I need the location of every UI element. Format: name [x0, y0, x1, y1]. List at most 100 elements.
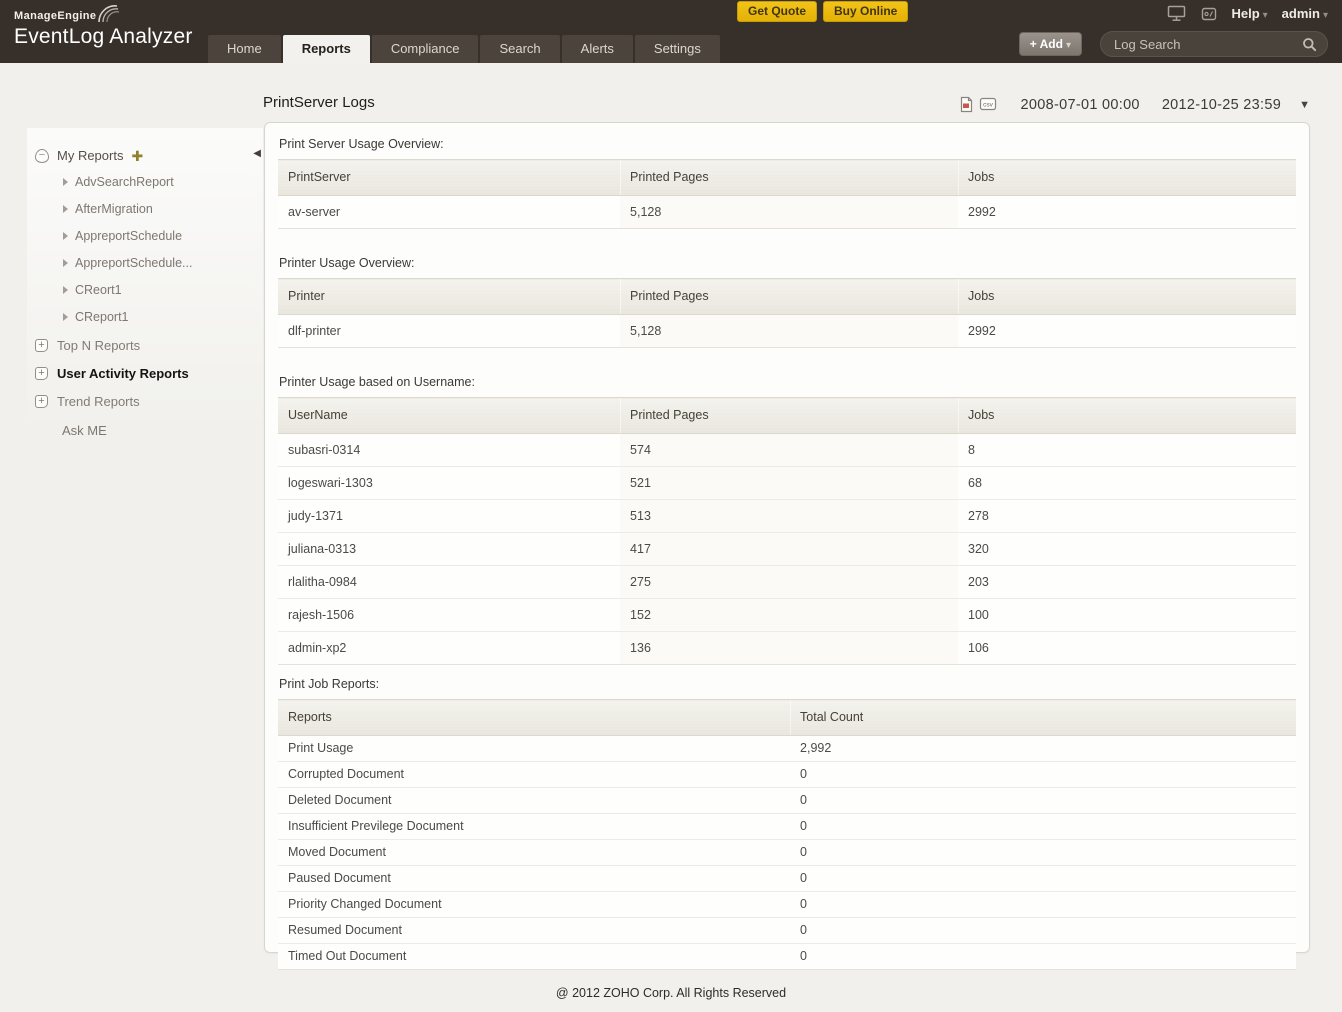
sidebar-item-ask-me[interactable]: Ask ME — [27, 415, 263, 438]
sidebar-report-item[interactable]: CReport1 — [63, 304, 263, 331]
user-menu[interactable]: admin▾ — [1282, 6, 1328, 21]
sidebar-report-item[interactable]: CReort1 — [63, 277, 263, 304]
date-range-chevron-icon[interactable]: ▼ — [1299, 99, 1310, 111]
table-cell: Paused Document — [278, 866, 790, 892]
sidebar-collapse-icon[interactable]: ◀ — [253, 148, 261, 159]
table-cell: Insufficient Previlege Document — [278, 814, 790, 840]
expand-plus-icon[interactable]: + — [35, 367, 48, 380]
table-row: Resumed Document0 — [278, 918, 1296, 944]
column-header: Printed Pages — [620, 279, 958, 315]
add-button[interactable]: + Add▾ — [1019, 32, 1082, 56]
report-section: Printer Usage Overview:PrinterPrinted Pa… — [278, 256, 1296, 348]
column-header: Jobs — [958, 160, 1296, 196]
report-table: UserNamePrinted PagesJobssubasri-0314574… — [278, 397, 1296, 665]
table-row: subasri-03145748 — [278, 434, 1296, 467]
table-row: Deleted Document0 — [278, 788, 1296, 814]
tab-alerts[interactable]: Alerts — [562, 35, 633, 63]
table-cell: Resumed Document — [278, 918, 790, 944]
section-title: Printer Usage based on Username: — [279, 375, 1296, 389]
pdf-export-icon[interactable] — [959, 96, 974, 113]
buy-online-button[interactable]: Buy Online — [823, 1, 908, 22]
table-row: Paused Document0 — [278, 866, 1296, 892]
tab-home[interactable]: Home — [208, 35, 281, 63]
table-row: Priority Changed Document0 — [278, 892, 1296, 918]
table-cell: rajesh-1506 — [278, 599, 620, 632]
report-section: Printer Usage based on Username: UserName… — [278, 375, 1296, 665]
table-cell: 0 — [790, 918, 1296, 944]
column-header: Reports — [278, 700, 790, 736]
column-header: PrintServer — [278, 160, 620, 196]
table-cell: 320 — [958, 533, 1296, 566]
search-input[interactable] — [1114, 37, 1302, 52]
tab-reports[interactable]: Reports — [283, 35, 370, 63]
license-icon[interactable] — [1201, 6, 1217, 22]
table-cell: Priority Changed Document — [278, 892, 790, 918]
table-cell: 275 — [620, 566, 958, 599]
svg-text:csv: csv — [983, 102, 994, 109]
tab-settings[interactable]: Settings — [635, 35, 720, 63]
header-utility-bar: Help▾ admin▾ — [1167, 5, 1328, 22]
column-header: Jobs — [958, 279, 1296, 315]
sidebar-report-item[interactable]: AdvSearchReport — [63, 169, 263, 196]
table-cell: 513 — [620, 500, 958, 533]
monitor-icon[interactable] — [1167, 5, 1187, 22]
chevron-right-icon[interactable] — [63, 178, 68, 186]
chevron-right-icon[interactable] — [63, 259, 68, 267]
tab-compliance[interactable]: Compliance — [372, 35, 479, 63]
sidebar-item-top-n-reports[interactable]: + Top N Reports — [27, 331, 263, 359]
report-item-label: AdvSearchReport — [75, 175, 174, 189]
sidebar-report-item[interactable]: AfterMigration — [63, 196, 263, 223]
report-toolbar: csv 2008-07-01 00:00 2012-10-25 23:59 ▼ — [959, 96, 1310, 113]
date-range-to[interactable]: 2012-10-25 23:59 — [1162, 97, 1281, 113]
sidebar-item-my-reports[interactable]: − My Reports ✚ — [27, 128, 263, 169]
table-cell: Print Usage — [278, 736, 790, 762]
sidebar-item-user-activity-reports[interactable]: +User Activity Reports — [27, 359, 263, 387]
chevron-right-icon[interactable] — [63, 313, 68, 321]
expand-plus-icon[interactable]: + — [35, 339, 48, 352]
expand-plus-icon[interactable]: + — [35, 395, 48, 408]
collapse-minus-icon[interactable]: − — [35, 149, 49, 163]
report-panel: Print Server Usage Overview: PrintServer P… — [264, 122, 1310, 953]
chevron-right-icon[interactable] — [63, 232, 68, 240]
brand-logo: ManageEngine EventLog Analyzer — [14, 6, 193, 49]
table-cell: logeswari-1303 — [278, 467, 620, 500]
table-cell: 0 — [790, 892, 1296, 918]
report-item-label: CReport1 — [75, 310, 129, 324]
add-button-label: + Add — [1030, 37, 1063, 51]
report-section: Print Server Usage Overview:PrintServerP… — [278, 137, 1296, 229]
reports-sidebar: ◀ − My Reports ✚ AdvSearchReport AfterMig… — [27, 128, 263, 438]
column-header: Printer — [278, 279, 620, 315]
tab-search[interactable]: Search — [480, 35, 559, 63]
table-row: Corrupted Document0 — [278, 762, 1296, 788]
table-cell: 2,992 — [790, 736, 1296, 762]
help-label: Help — [1231, 6, 1259, 21]
table-cell: 521 — [620, 467, 958, 500]
table-cell: 100 — [958, 599, 1296, 632]
column-header: Total Count — [790, 700, 1296, 736]
table-cell: judy-1371 — [278, 500, 620, 533]
table-cell: 0 — [790, 762, 1296, 788]
add-report-icon[interactable]: ✚ — [131, 150, 143, 162]
date-range-from[interactable]: 2008-07-01 00:00 — [1021, 97, 1140, 113]
sidebar-item-trend-reports[interactable]: +Trend Reports — [27, 387, 263, 415]
table-cell: Corrupted Document — [278, 762, 790, 788]
table-row: av-server5,1282992 — [278, 196, 1296, 229]
report-item-label: AfterMigration — [75, 202, 153, 216]
sidebar-report-item[interactable]: AppreportSchedule... — [63, 250, 263, 277]
sidebar-report-item[interactable]: AppreportSchedule — [63, 223, 263, 250]
table-cell: 0 — [790, 866, 1296, 892]
column-header: Jobs — [958, 398, 1296, 434]
get-quote-button[interactable]: Get Quote — [737, 1, 817, 22]
chevron-right-icon[interactable] — [63, 286, 68, 294]
section-title: Print Server Usage Overview: — [279, 137, 1296, 151]
report-item-label: CReort1 — [75, 283, 122, 297]
section-title: Print Job Reports: — [279, 677, 1296, 691]
help-menu[interactable]: Help▾ — [1231, 6, 1267, 21]
chevron-right-icon[interactable] — [63, 205, 68, 213]
search-icon[interactable] — [1302, 37, 1317, 52]
csv-export-icon[interactable]: csv — [979, 96, 997, 113]
chevron-down-icon: ▾ — [1323, 10, 1328, 21]
table-cell: 68 — [958, 467, 1296, 500]
sidebar-sections: + Top N Reports +User Activity Reports+Tre… — [27, 331, 263, 415]
section-label: Top N Reports — [57, 338, 140, 353]
